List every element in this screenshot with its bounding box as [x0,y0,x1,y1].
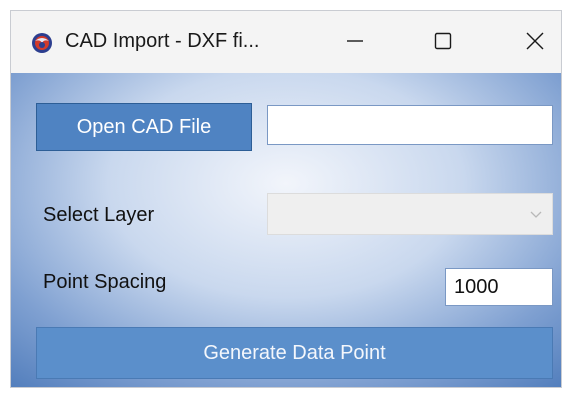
close-button[interactable] [513,19,557,63]
minimize-button[interactable] [333,19,377,63]
file-path-field[interactable] [267,105,553,145]
cad-app-icon [32,33,52,53]
window-title: CAD Import - DXF fi... [65,30,260,52]
close-icon [526,32,544,50]
maximize-icon [434,32,452,50]
generate-data-point-button[interactable]: Generate Data Point [36,327,553,379]
layer-dropdown[interactable] [267,193,553,235]
chevron-down-icon [530,211,542,218]
select-layer-label: Select Layer [43,204,155,226]
form-panel: Open CAD File Select Layer Point Spacing… [11,73,561,387]
minimize-icon [347,40,363,42]
open-cad-file-button[interactable]: Open CAD File [36,103,252,151]
maximize-button[interactable] [421,19,465,63]
point-spacing-label: Point Spacing [43,271,167,293]
point-spacing-input[interactable] [445,268,553,306]
cad-import-window: CAD Import - DXF fi... Open CAD File Sel… [10,10,562,388]
title-bar[interactable]: CAD Import - DXF fi... [11,11,561,73]
